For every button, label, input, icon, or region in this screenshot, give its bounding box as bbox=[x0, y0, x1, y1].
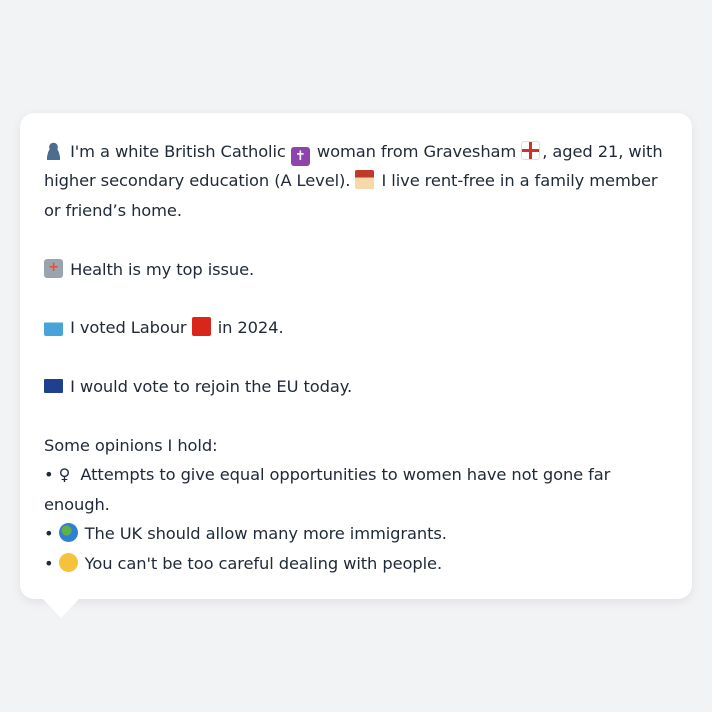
bullet: • bbox=[44, 465, 54, 485]
issue-paragraph: Health is my top issue. bbox=[44, 253, 668, 284]
raised-eyebrow-face-icon bbox=[58, 552, 78, 572]
intro-paragraph: I'm a white British Catholic ✝ woman fro… bbox=[44, 137, 668, 225]
persona-card: I'm a white British Catholic ✝ woman fro… bbox=[20, 113, 692, 599]
opinion-text: You can't be too careful dealing with pe… bbox=[84, 553, 443, 573]
house-icon bbox=[355, 170, 375, 190]
eu-paragraph: I would vote to rejoin the EU today. bbox=[44, 372, 668, 401]
opinion-item: • You can't be too careful dealing with … bbox=[44, 549, 668, 578]
opinion-item: • The UK should allow many more immigran… bbox=[44, 519, 668, 548]
globe-icon bbox=[58, 523, 78, 543]
female-sign-icon: ♀ bbox=[58, 465, 71, 485]
hospital-icon bbox=[44, 253, 63, 282]
person-icon bbox=[44, 141, 63, 160]
opinion-item: • ♀ Attempts to give equal opportunities… bbox=[44, 460, 668, 519]
opinions-heading: Some opinions I hold: bbox=[44, 436, 218, 455]
bullet: • bbox=[44, 553, 54, 573]
intro-text: woman from Gravesham bbox=[316, 142, 517, 161]
ballot-box-icon bbox=[44, 317, 63, 337]
issue-text: Health is my top issue. bbox=[70, 259, 255, 279]
latin-cross-icon: ✝ bbox=[290, 147, 310, 166]
eu-flag-icon bbox=[44, 379, 63, 394]
red-square-icon bbox=[191, 317, 211, 337]
opinion-text: The UK should allow many more immigrants… bbox=[84, 524, 447, 544]
bullet: • bbox=[44, 524, 54, 544]
england-flag-icon bbox=[521, 141, 541, 160]
opinion-text: Attempts to give equal opportunities to … bbox=[44, 465, 611, 514]
intro-text: I'm a white British Catholic bbox=[70, 142, 286, 161]
speech-bubble-tail bbox=[42, 598, 80, 618]
vote-text: in 2024. bbox=[217, 318, 284, 338]
vote-paragraph: I voted Labour in 2024. bbox=[44, 313, 668, 342]
eu-text: I would vote to rejoin the EU today. bbox=[70, 377, 353, 397]
vote-text: I voted Labour bbox=[70, 318, 187, 338]
